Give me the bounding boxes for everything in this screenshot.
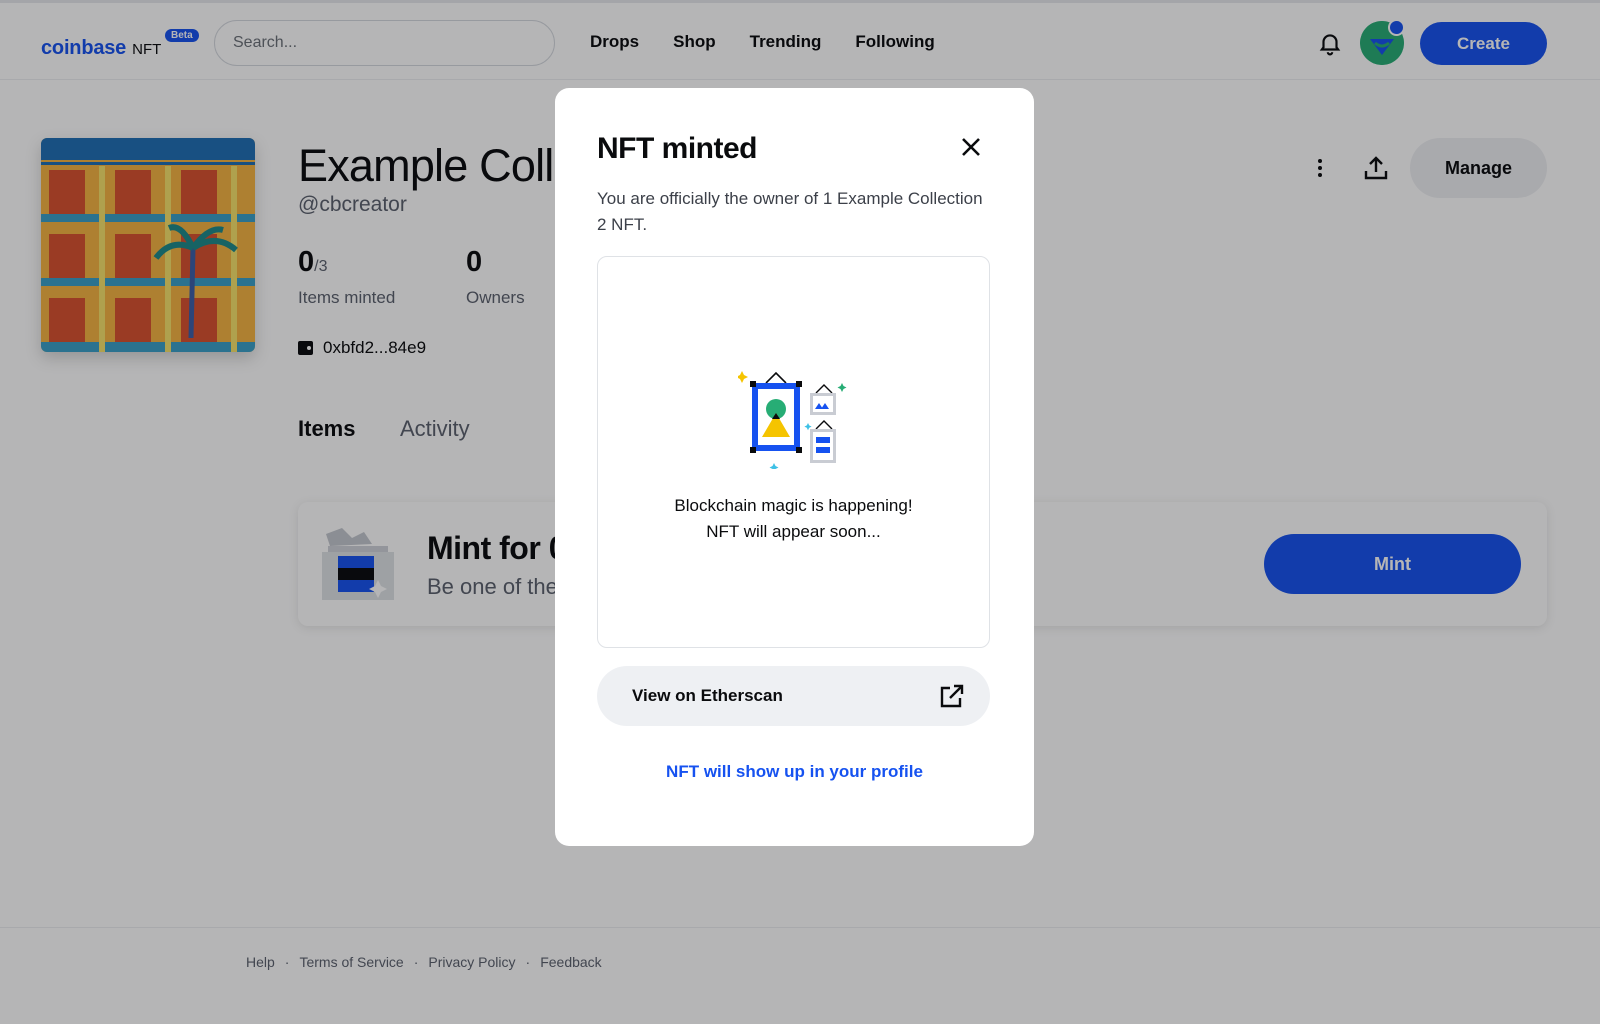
nft-preview-box: Blockchain magic is happening! NFT will … [597, 256, 990, 648]
profile-link[interactable]: NFT will show up in your profile [555, 762, 1034, 782]
dialog-description: You are officially the owner of 1 Exampl… [597, 189, 983, 234]
view-on-etherscan-button[interactable]: View on Etherscan [597, 666, 990, 726]
preview-status-text: Blockchain magic is happening! NFT will … [598, 493, 989, 545]
external-link-icon [940, 684, 964, 708]
nft-frame-illustration [738, 371, 847, 469]
nft-minted-dialog: NFT minted You are officially the owner … [555, 88, 1034, 846]
close-icon[interactable] [958, 134, 984, 160]
preview-line-1: Blockchain magic is happening! [674, 496, 913, 515]
dialog-title: NFT minted [597, 132, 758, 165]
etherscan-label: View on Etherscan [632, 686, 783, 705]
preview-line-2: NFT will appear soon... [706, 522, 881, 541]
